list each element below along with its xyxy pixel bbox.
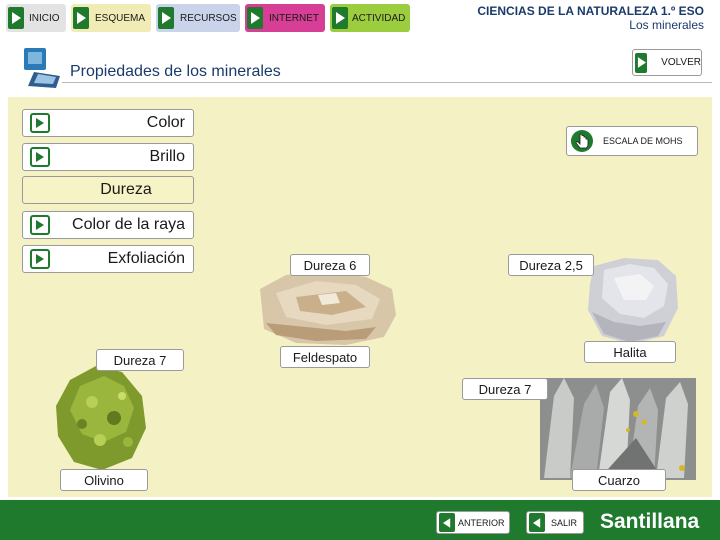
anterior-label: ANTERIOR — [458, 517, 505, 528]
mohs-scale-button[interactable]: ESCALA DE MOHS — [566, 126, 698, 156]
property-raya-button[interactable]: Color de la raya — [22, 211, 194, 239]
nav-inicio-label: INICIO — [29, 12, 60, 24]
nav-recursos-label: RECURSOS — [180, 12, 237, 24]
property-color-button[interactable]: Color — [22, 109, 194, 137]
property-exfoliacion-button[interactable]: Exfoliación — [22, 245, 194, 273]
play-icon — [30, 147, 50, 167]
nav-actividad-label: ACTIVIDAD — [352, 12, 406, 24]
name-feldespato: Feldespato — [280, 346, 370, 368]
mineral-photo-cuarzo — [540, 378, 696, 480]
play-icon — [332, 7, 348, 29]
play-icon — [247, 7, 263, 29]
heading-divider — [62, 82, 712, 83]
name-olivino: Olivino — [60, 469, 148, 491]
course-header: CIENCIAS DE LA NATURALEZA 1.º ESO Los mi… — [477, 4, 704, 32]
nav-actividad-button[interactable]: ACTIVIDAD — [330, 4, 410, 32]
property-color-label: Color — [146, 114, 185, 131]
volver-button[interactable]: VOLVER — [632, 49, 702, 76]
play-icon — [30, 215, 50, 235]
play-icon — [30, 249, 50, 269]
mineral-photo-olivino — [56, 366, 146, 470]
salir-label: SALIR — [551, 517, 578, 528]
play-icon — [30, 113, 50, 133]
name-cuarzo: Cuarzo — [572, 469, 666, 491]
hardness-halita: Dureza 2,5 — [508, 254, 594, 276]
property-exfoliacion-label: Exfoliación — [107, 250, 185, 267]
page-title: Propiedades de los minerales — [70, 63, 281, 80]
nav-inicio-button[interactable]: INICIO — [6, 4, 66, 32]
property-dureza-label: Dureza — [100, 181, 152, 198]
nav-internet-button[interactable]: INTERNET — [245, 4, 325, 32]
property-raya-label: Color de la raya — [72, 216, 185, 233]
play-icon — [8, 7, 24, 29]
mohs-scale-label: ESCALA DE MOHS — [603, 136, 683, 146]
name-halita: Halita — [584, 341, 676, 363]
nav-esquema-button[interactable]: ESQUEMA — [71, 4, 151, 32]
play-icon — [529, 513, 545, 532]
pointer-hand-icon — [571, 130, 593, 152]
nav-recursos-button[interactable]: RECURSOS — [156, 4, 240, 32]
property-dureza-button[interactable]: Dureza — [22, 176, 194, 204]
screen: INICIO ESQUEMA RECURSOS INTERNET ACTIVID… — [0, 0, 720, 540]
anterior-button[interactable]: ANTERIOR — [436, 511, 510, 534]
nav-esquema-label: ESQUEMA — [95, 12, 146, 24]
play-icon — [158, 7, 174, 29]
santillana-logo: Santillana — [600, 510, 700, 533]
nav-internet-label: INTERNET — [269, 12, 319, 24]
hardness-cuarzo: Dureza 7 — [462, 378, 548, 400]
play-icon — [635, 52, 648, 73]
course-title: CIENCIAS DE LA NATURALEZA 1.º ESO — [477, 4, 704, 18]
volver-label: VOLVER — [661, 57, 701, 68]
unit-title: Los minerales — [629, 18, 704, 32]
property-brillo-label: Brillo — [149, 148, 185, 165]
hardness-olivino: Dureza 7 — [96, 349, 184, 371]
mineral-photo-halita — [588, 258, 678, 344]
property-brillo-button[interactable]: Brillo — [22, 143, 194, 171]
play-icon — [73, 7, 89, 29]
monitor-icon — [24, 48, 60, 88]
play-icon — [439, 513, 455, 532]
hardness-feldespato: Dureza 6 — [290, 254, 370, 276]
mineral-photo-feldespato — [260, 271, 396, 345]
salir-button[interactable]: SALIR — [526, 511, 584, 534]
